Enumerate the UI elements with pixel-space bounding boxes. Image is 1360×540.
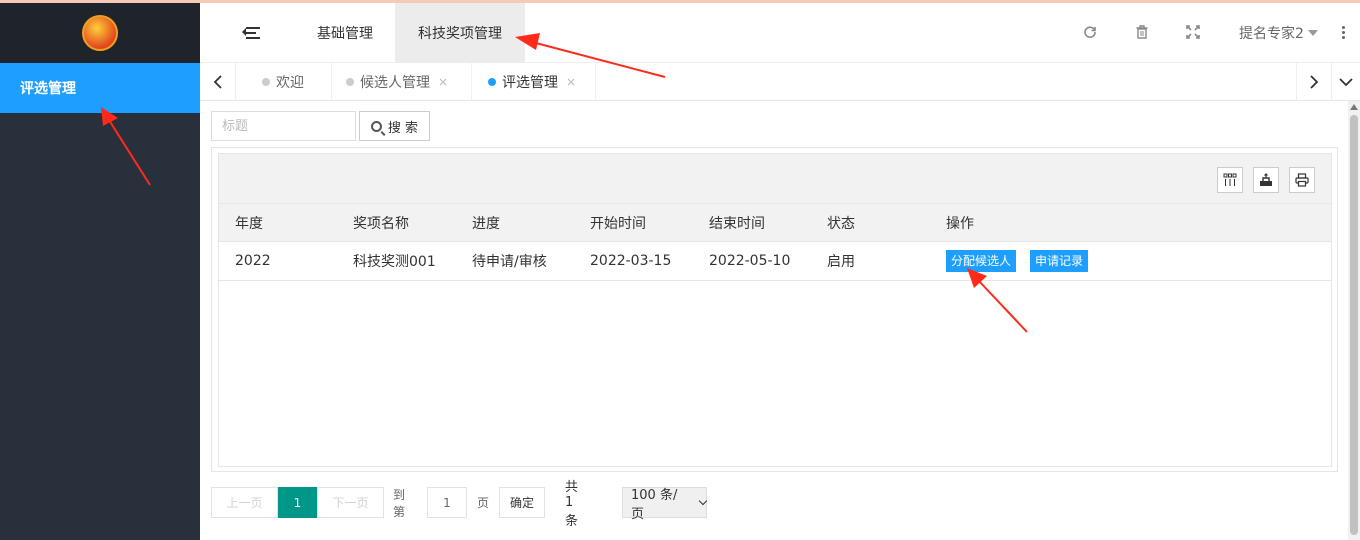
chevron-down-icon — [698, 496, 708, 505]
column-header-start-time[interactable]: 开始时间 — [590, 204, 646, 241]
sidebar: 评选管理 — [0, 3, 200, 540]
page-unit-label: 页 — [477, 496, 490, 510]
chevron-down-icon — [1307, 30, 1318, 36]
tab-label: 评选管理 — [502, 75, 558, 91]
assign-candidates-button[interactable]: 分配候选人 — [946, 250, 1017, 272]
tab-dot — [488, 78, 496, 86]
tab-label: 候选人管理 — [360, 75, 430, 91]
menu-collapse-icon[interactable] — [240, 23, 262, 43]
more-icon[interactable] — [1340, 25, 1346, 41]
search-button-label: 搜 索 — [387, 120, 419, 136]
table-panel: 年度 奖项名称 进度 开始时间 结束时间 状态 操作 2022 科技奖测001 … — [211, 147, 1338, 472]
page-1-button[interactable]: 1 — [278, 487, 317, 518]
goto-confirm-button[interactable]: 确定 — [499, 487, 545, 518]
search-button[interactable]: 搜 索 — [359, 111, 430, 141]
page-tab-bar: 欢迎 候选人管理 × 评选管理 × — [200, 63, 1360, 101]
tab-basic-management[interactable]: 基础管理 — [295, 3, 395, 63]
cell-end-time: 2022-05-10 — [709, 253, 791, 269]
tabs-scroll-right-icon[interactable] — [1296, 63, 1332, 101]
column-header-year[interactable]: 年度 — [235, 204, 263, 241]
title-search-input[interactable] — [211, 111, 356, 141]
sidebar-item-label: 评选管理 — [20, 81, 76, 97]
page-tab-welcome[interactable]: 欢迎 — [236, 63, 332, 101]
scroll-up-icon[interactable] — [1350, 104, 1358, 110]
column-header-status[interactable]: 状态 — [827, 204, 855, 241]
column-header-award-name[interactable]: 奖项名称 — [353, 204, 409, 241]
columns-icon[interactable] — [1217, 167, 1243, 193]
top-header: 基础管理 科技奖项管理 提名专家2 — [200, 3, 1360, 63]
user-menu[interactable]: 提名专家2 — [1239, 3, 1318, 63]
user-name: 提名专家2 — [1239, 26, 1304, 42]
search-icon — [370, 120, 382, 132]
export-icon[interactable] — [1253, 167, 1279, 193]
cell-year: 2022 — [235, 253, 271, 269]
logo-area — [0, 3, 200, 63]
tab-dot — [346, 78, 354, 86]
refresh-icon[interactable] — [1082, 25, 1098, 41]
trash-icon[interactable] — [1134, 25, 1150, 41]
table-row: 2022 科技奖测001 待申请/审核 2022-03-15 2022-05-1… — [219, 242, 1331, 281]
sidebar-item-review-management[interactable]: 评选管理 — [0, 63, 200, 113]
page-tab-candidates[interactable]: 候选人管理 × — [332, 63, 472, 101]
tabs-dropdown-icon[interactable] — [1332, 63, 1360, 101]
total-count: 共 1 条 — [565, 480, 579, 529]
scrollbar[interactable] — [1348, 101, 1360, 540]
application-records-button[interactable]: 申请记录 — [1030, 250, 1089, 272]
tab-label: 科技奖项管理 — [418, 26, 502, 42]
tab-label: 基础管理 — [317, 26, 373, 42]
goto-label: 到第 — [393, 487, 406, 519]
cell-start-time: 2022-03-15 — [590, 253, 672, 269]
logo — [82, 15, 118, 51]
print-icon[interactable] — [1289, 167, 1315, 193]
data-table: 年度 奖项名称 进度 开始时间 结束时间 状态 操作 2022 科技奖测001 … — [218, 153, 1332, 467]
prev-page-button[interactable]: 上一页 — [211, 487, 278, 518]
cell-progress: 待申请/审核 — [472, 254, 547, 270]
next-page-button[interactable]: 下一页 — [317, 487, 384, 518]
column-header-end-time[interactable]: 结束时间 — [709, 204, 765, 241]
cell-award-name: 科技奖测001 — [353, 254, 436, 270]
page-tab-review[interactable]: 评选管理 × — [472, 63, 596, 101]
main-content: 搜 索 年度 奖项名称 进度 开始时间 结束时间 状态 — [200, 101, 1348, 540]
cell-actions: 分配候选人 申请记录 — [946, 242, 1102, 280]
tab-award-management[interactable]: 科技奖项管理 — [395, 3, 525, 63]
goto-page-input[interactable]: 1 — [427, 487, 467, 518]
cell-status: 启用 — [827, 254, 855, 270]
tab-dot — [262, 78, 270, 86]
page-size-select[interactable]: 100 条/页 — [622, 487, 708, 522]
table-toolbar — [219, 154, 1331, 204]
column-header-actions: 操作 — [946, 215, 974, 232]
close-icon[interactable]: × — [566, 75, 576, 89]
tab-label: 欢迎 — [276, 75, 304, 91]
tabs-scroll-left-icon[interactable] — [200, 63, 236, 101]
fullscreen-icon[interactable] — [1185, 25, 1201, 41]
table-header: 年度 奖项名称 进度 开始时间 结束时间 状态 操作 — [219, 204, 1331, 242]
scrollbar-thumb[interactable] — [1350, 115, 1358, 535]
column-header-progress[interactable]: 进度 — [472, 204, 500, 241]
page-size-value: 100 条/页 — [631, 487, 678, 522]
close-icon[interactable]: × — [438, 75, 448, 89]
